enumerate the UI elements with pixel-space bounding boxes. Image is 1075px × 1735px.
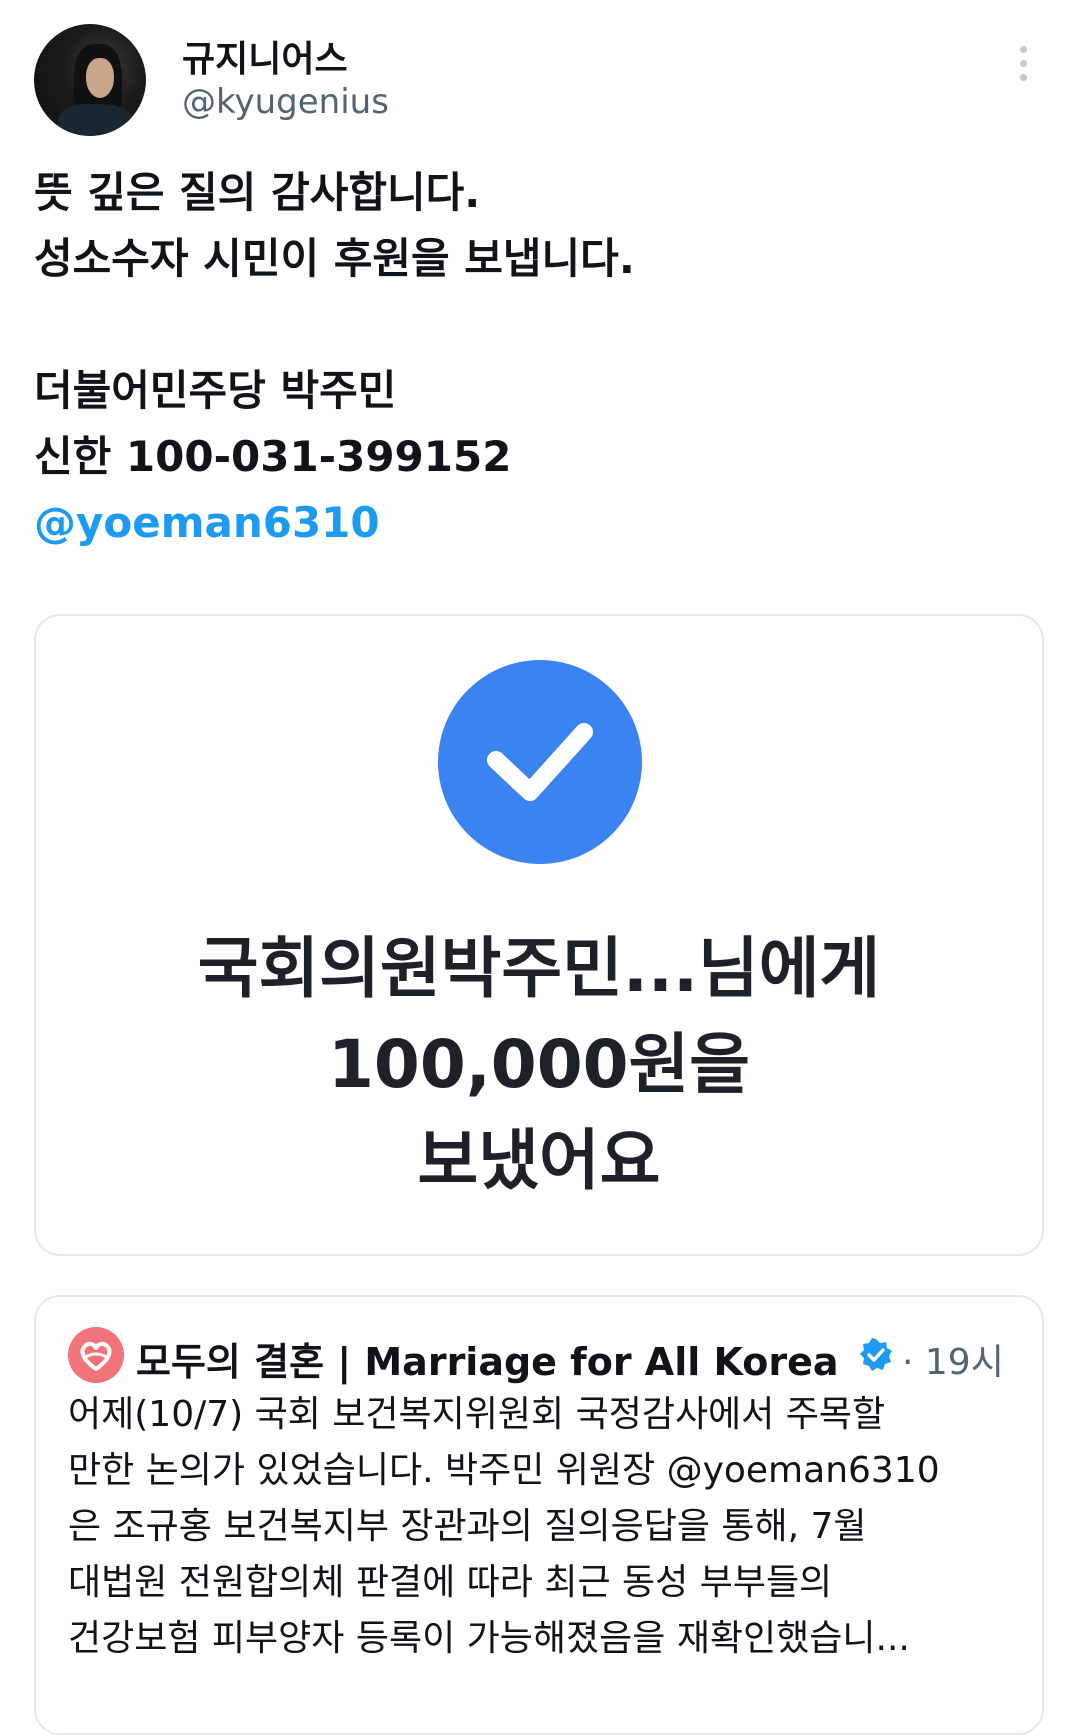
quoted-line: 건강보험 피부양자 등록이 가능해졌음을 재확인했습니... <box>68 1618 910 1659</box>
tweet-line <box>34 292 1044 358</box>
tweet-header: 규지니어스 @kyugenius <box>0 0 1075 140</box>
quoted-line: 은 조규홍 보건복지부 장관과의 질의응답을 통해, 7월 <box>68 1506 867 1547</box>
quoted-account-name[interactable]: 모두의 결혼 | Marriage for All Korea <box>136 1331 839 1386</box>
quoted-tweet[interactable]: 모두의 결혼 | Marriage for All Korea · 19시 어제… <box>34 1295 1044 1735</box>
avatar-face <box>86 58 114 98</box>
author-name[interactable]: 규지니어스 <box>182 30 348 82</box>
transfer-confirmation-text: 국회의원박주민...님에게 100,000원을 보냈어요 <box>36 921 1042 1209</box>
avatar[interactable] <box>34 24 146 136</box>
heart-logo-icon[interactable] <box>68 1327 124 1383</box>
quoted-tweet-header: 모두의 결혼 | Marriage for All Korea · 19시 <box>68 1325 1018 1384</box>
transfer-recipient: 국회의원박주민...님에게 <box>197 930 881 1007</box>
attached-image-card[interactable]: 국회의원박주민...님에게 100,000원을 보냈어요 <box>34 614 1044 1256</box>
quoted-line: 어제(10/7) 국회 보건복지위원회 국정감사에서 주목할 <box>68 1394 886 1435</box>
transfer-status: 보냈어요 <box>417 1122 661 1199</box>
author-handle[interactable]: @kyugenius <box>182 82 389 122</box>
mention-link[interactable]: @yoeman6310 <box>34 490 1044 556</box>
tweet-text: 뜻 깊은 질의 감사합니다. 성소수자 시민이 후원을 보냅니다. 더불어민주당… <box>34 160 1044 556</box>
tweet-line: 뜻 깊은 질의 감사합니다. <box>34 168 481 217</box>
tweet-line: 더불어민주당 박주민 <box>34 366 397 415</box>
quoted-timestamp[interactable]: · 19시 <box>902 1333 1004 1385</box>
checkmark-icon <box>438 660 642 864</box>
more-options-icon[interactable] <box>1008 46 1038 96</box>
transfer-amount: 100,000원을 <box>327 1026 751 1103</box>
quoted-tweet-text: 어제(10/7) 국회 보건복지위원회 국정감사에서 주목할 만한 논의가 있었… <box>68 1387 1028 1667</box>
tweet-line: 성소수자 시민이 후원을 보냅니다. <box>34 234 635 283</box>
tweet-line: 신한 100-031-399152 <box>34 432 512 481</box>
verified-badge-icon <box>858 1337 894 1373</box>
quoted-line: 대법원 전원합의체 판결에 따라 최근 동성 부부들의 <box>68 1562 833 1603</box>
quoted-line: 만한 논의가 있었습니다. 박주민 위원장 @yoeman6310 <box>68 1450 940 1491</box>
avatar-shirt <box>58 104 132 136</box>
